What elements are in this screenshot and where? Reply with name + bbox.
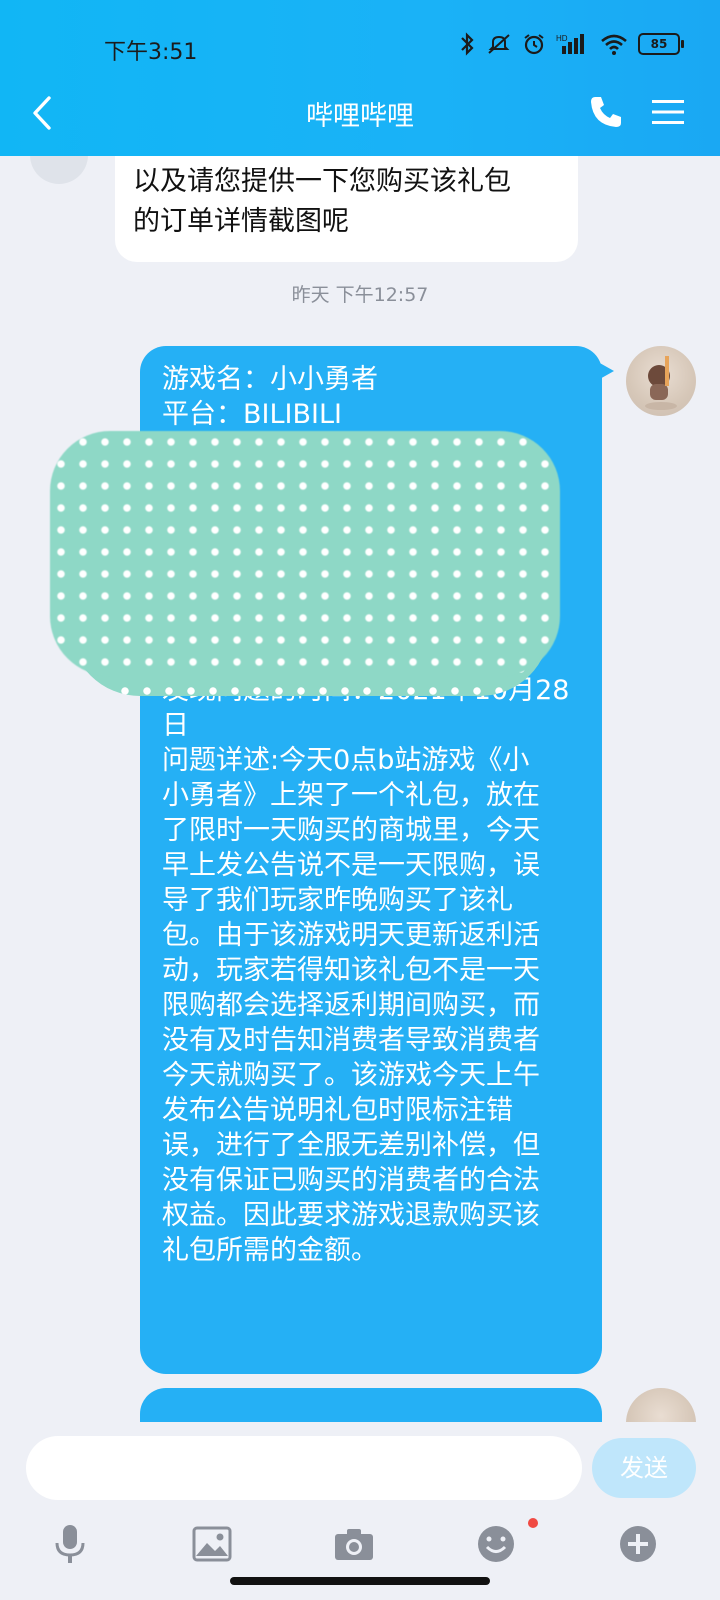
- message-line: 误，进行了全服无差别补偿，但: [162, 1130, 540, 1161]
- camera-button[interactable]: [332, 1522, 376, 1566]
- signal-icon: HD: [556, 34, 584, 54]
- plus-icon: [620, 1526, 656, 1562]
- title-bar: 哔哩哔哩: [0, 78, 720, 148]
- camera-icon: [335, 1529, 373, 1560]
- message-line: 没有保证已购买的消费者的合法: [162, 1165, 540, 1196]
- message-line: 没有及时告知消费者导致消费者: [162, 1025, 540, 1056]
- message-line: 导了我们玩家昨晚购买了该礼: [162, 885, 513, 916]
- status-bar: 下午3:51 HD 85: [0, 30, 720, 66]
- incoming-message[interactable]: 以及请您提供一下您购买该礼包 的订单详情截图呢: [115, 156, 578, 262]
- message-line: 包。由于该游戏明天更新返利活: [162, 920, 540, 951]
- status-time: 下午3:51: [104, 40, 198, 65]
- user-avatar[interactable]: [626, 346, 696, 416]
- wifi-icon: [601, 34, 627, 55]
- message-line: 日: [162, 710, 189, 741]
- message-line: 发布公告说明礼包时限标注错: [162, 1095, 513, 1126]
- bubble-tail: [598, 362, 614, 380]
- emoji-button[interactable]: [474, 1522, 518, 1566]
- notification-dot: [528, 1518, 538, 1528]
- message-line: 限购都会选择返利期间购买，而: [162, 990, 540, 1021]
- microphone-icon: [55, 1525, 85, 1563]
- send-button[interactable]: 发送: [592, 1438, 696, 1498]
- status-icons: HD 85: [458, 32, 684, 56]
- message-line: 了限时一天购买的商城里，今天: [162, 815, 540, 846]
- contact-avatar[interactable]: [30, 156, 88, 184]
- more-button[interactable]: [616, 1522, 660, 1566]
- user-avatar[interactable]: [626, 1388, 696, 1422]
- emoji-icon: [478, 1526, 514, 1562]
- message-line: 小勇者》上架了一个礼包，放在: [162, 780, 540, 811]
- call-button[interactable]: [586, 92, 626, 132]
- home-indicator[interactable]: [230, 1577, 490, 1585]
- message-line: 游戏名：小小勇者: [162, 364, 378, 395]
- message-input[interactable]: [26, 1436, 582, 1500]
- message-line: 今天就购买了。该游戏今天上午: [162, 1060, 540, 1091]
- chat-area[interactable]: 以及请您提供一下您购买该礼包 的订单详情截图呢 昨天 下午12:57 游戏名：小…: [0, 156, 720, 1422]
- message-line: 动，玩家若得知该礼包不是一天: [162, 955, 540, 986]
- battery-indicator: 85: [638, 33, 684, 55]
- message-line: 礼包所需的金额。: [162, 1235, 378, 1266]
- bluetooth-icon: [461, 32, 474, 56]
- image-button[interactable]: [190, 1522, 234, 1566]
- voice-button[interactable]: [48, 1522, 92, 1566]
- message-line: 问题详述:今天0点b站游戏《小: [162, 745, 530, 776]
- message-line: 权益。因此要求游戏退款购买该: [162, 1200, 540, 1231]
- message-line: 平台：BILIBILI: [162, 399, 342, 430]
- outgoing-message-partial[interactable]: [140, 1388, 602, 1422]
- redaction-overlay: [50, 431, 560, 676]
- menu-icon: [652, 100, 684, 124]
- message-timestamp: 昨天 下午12:57: [291, 284, 429, 306]
- alarm-icon: [524, 34, 544, 55]
- header: 下午3:51 HD 85 哔哩哔哩: [0, 0, 720, 156]
- mute-icon: [488, 34, 510, 54]
- avatar-figure-icon: [645, 356, 677, 410]
- image-icon: [192, 1526, 232, 1562]
- svg-text:HD: HD: [556, 34, 568, 43]
- message-line: 的订单详情截图呢: [133, 206, 349, 237]
- input-toolbar: [0, 1518, 720, 1578]
- message-body: 发现问题的时间：2021年10月28 日 问题详述:今天0点b站游戏《小 小勇者…: [162, 673, 592, 1268]
- menu-button[interactable]: [648, 92, 688, 132]
- phone-icon: [591, 97, 621, 127]
- message-line: 以及请您提供一下您购买该礼包: [133, 166, 511, 197]
- message-line: 早上发公告说不是一天限购，误: [162, 850, 540, 881]
- input-bar: 发送: [0, 1422, 720, 1600]
